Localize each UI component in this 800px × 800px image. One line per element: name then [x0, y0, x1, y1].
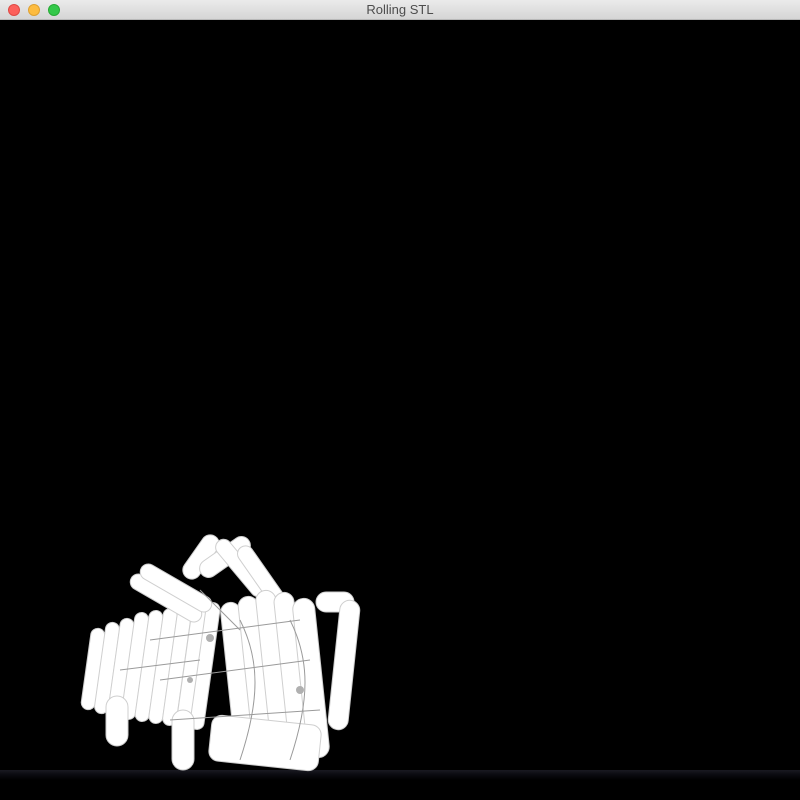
window-title: Rolling STL [366, 2, 434, 17]
title-bar[interactable]: Rolling STL [0, 0, 800, 20]
stl-model [80, 534, 361, 772]
render-viewport[interactable] [0, 20, 800, 800]
app-window: Rolling STL [0, 0, 800, 800]
